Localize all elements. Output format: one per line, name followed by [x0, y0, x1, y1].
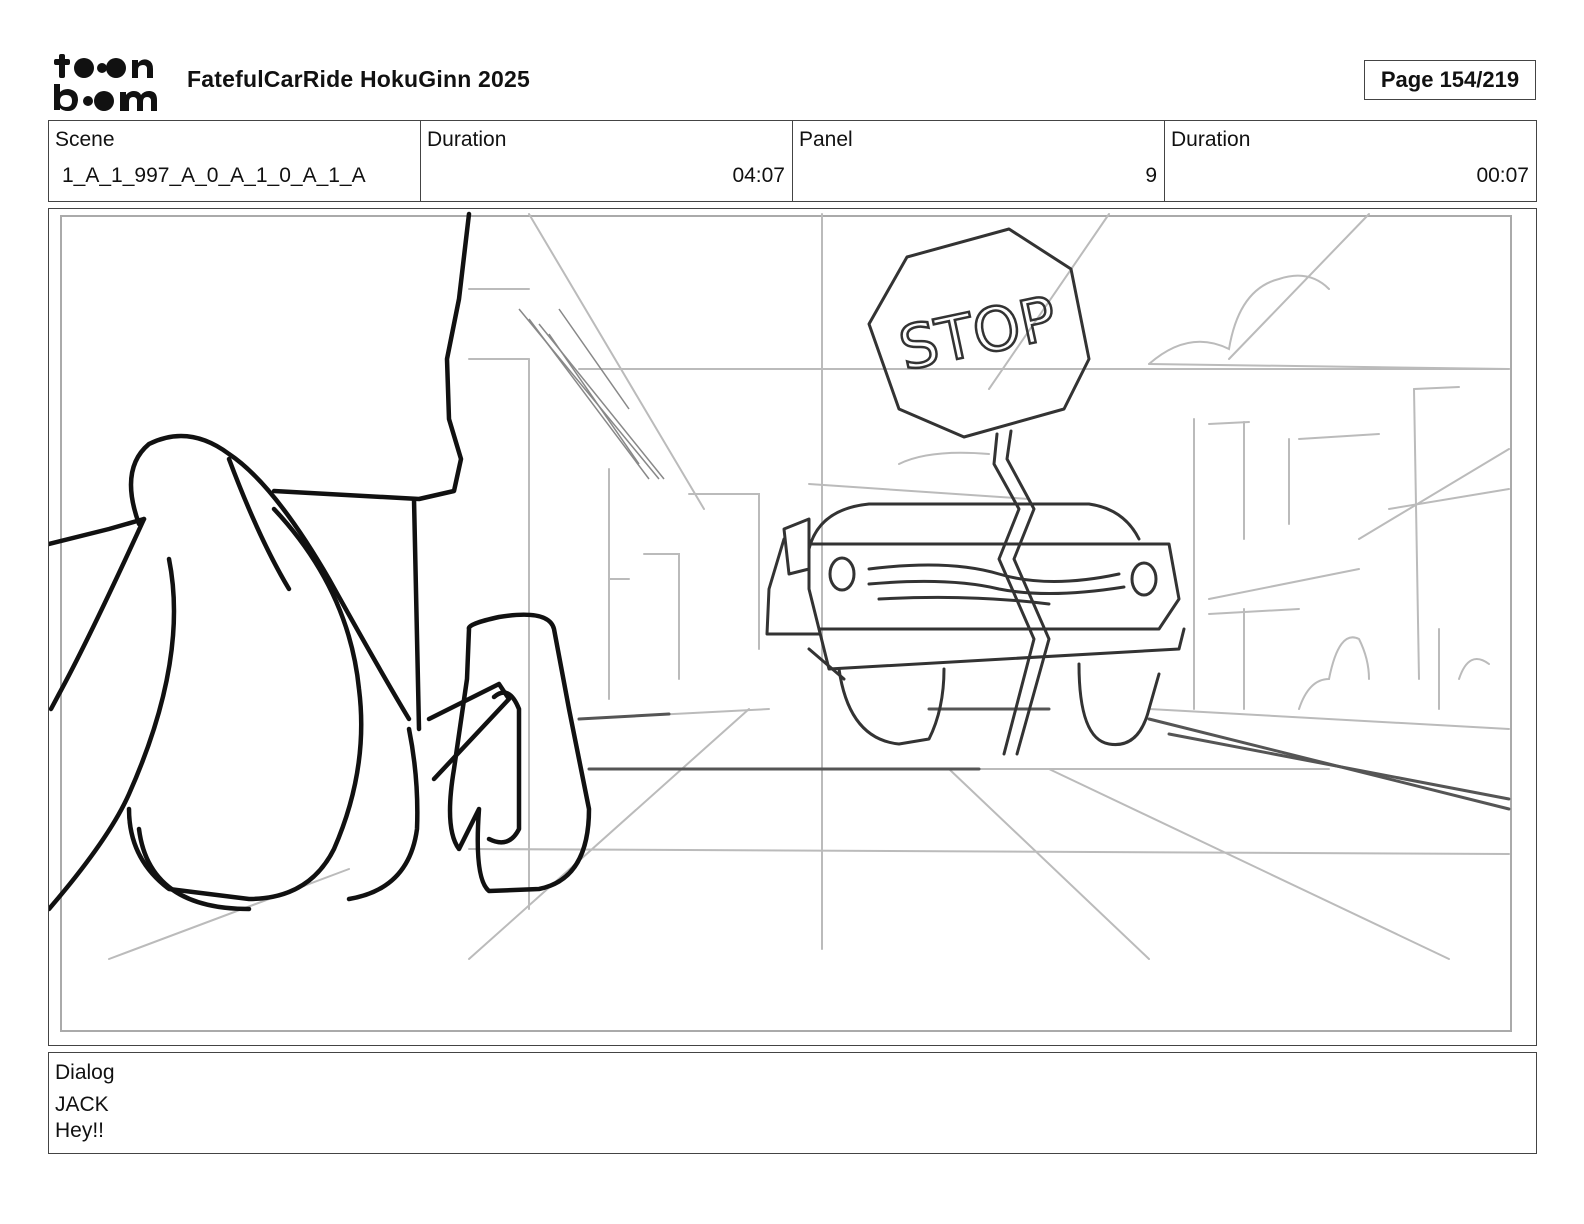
dialog-line: Hey!! — [55, 1119, 105, 1142]
scene-duration-cell: Duration 04:07 — [421, 121, 793, 201]
foliage-sketch — [518, 308, 665, 480]
panel-duration-value: 00:07 — [1476, 164, 1529, 187]
panel-duration-label: Duration — [1171, 128, 1251, 151]
panel-info-table: Scene 1_A_1_997_A_0_A_1_0_A_1_A Duration… — [48, 120, 1537, 202]
scene-duration-value: 04:07 — [732, 164, 785, 187]
project-title: FatefulCarRide HokuGinn 2025 — [187, 66, 531, 92]
storyboard-panel: STOP — [48, 208, 1537, 1046]
panel-label: Panel — [799, 128, 853, 151]
safe-frame — [60, 215, 1512, 1032]
scene-duration-label: Duration — [427, 128, 507, 151]
panel-cell: Panel 9 — [793, 121, 1165, 201]
panel-value: 9 — [1145, 164, 1157, 187]
scene-label: Scene — [55, 128, 115, 151]
page-indicator: Page 154/219 — [1364, 60, 1536, 100]
character-sketch — [49, 211, 592, 912]
scene-cell: Scene 1_A_1_997_A_0_A_1_0_A_1_A — [49, 121, 421, 201]
dialog-speaker: JACK — [55, 1093, 109, 1116]
toon-boom-logo — [54, 54, 157, 111]
scene-value: 1_A_1_997_A_0_A_1_0_A_1_A — [62, 164, 366, 187]
dialog-box: Dialog JACK Hey!! — [48, 1052, 1537, 1154]
panel-duration-cell: Duration 00:07 — [1165, 121, 1536, 201]
road-lines — [577, 707, 1511, 811]
panel-sketch: STOP — [49, 211, 1512, 1032]
dialog-label: Dialog — [55, 1061, 115, 1084]
